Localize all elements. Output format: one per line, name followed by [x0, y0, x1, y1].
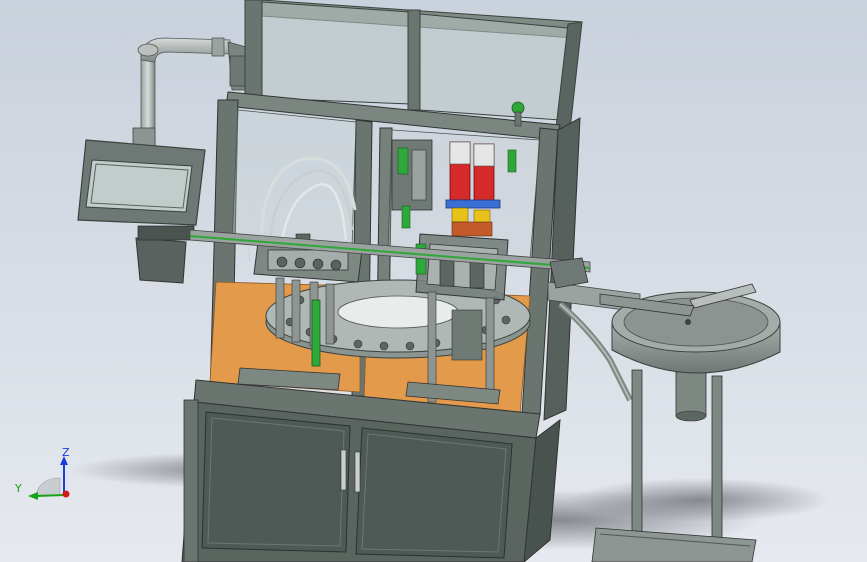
axis-triad: Z Y — [14, 446, 70, 500]
triad-x-axis — [62, 490, 70, 498]
triad-z-label: Z — [62, 446, 70, 459]
machine-model: Z Y — [14, 0, 830, 562]
triad-y-arrow — [28, 492, 38, 500]
dust-hood — [77, 139, 206, 284]
triad-y-axis — [35, 494, 65, 497]
triad-y-label: Y — [14, 482, 22, 495]
cad-viewport[interactable]: Z Y — [0, 0, 867, 562]
